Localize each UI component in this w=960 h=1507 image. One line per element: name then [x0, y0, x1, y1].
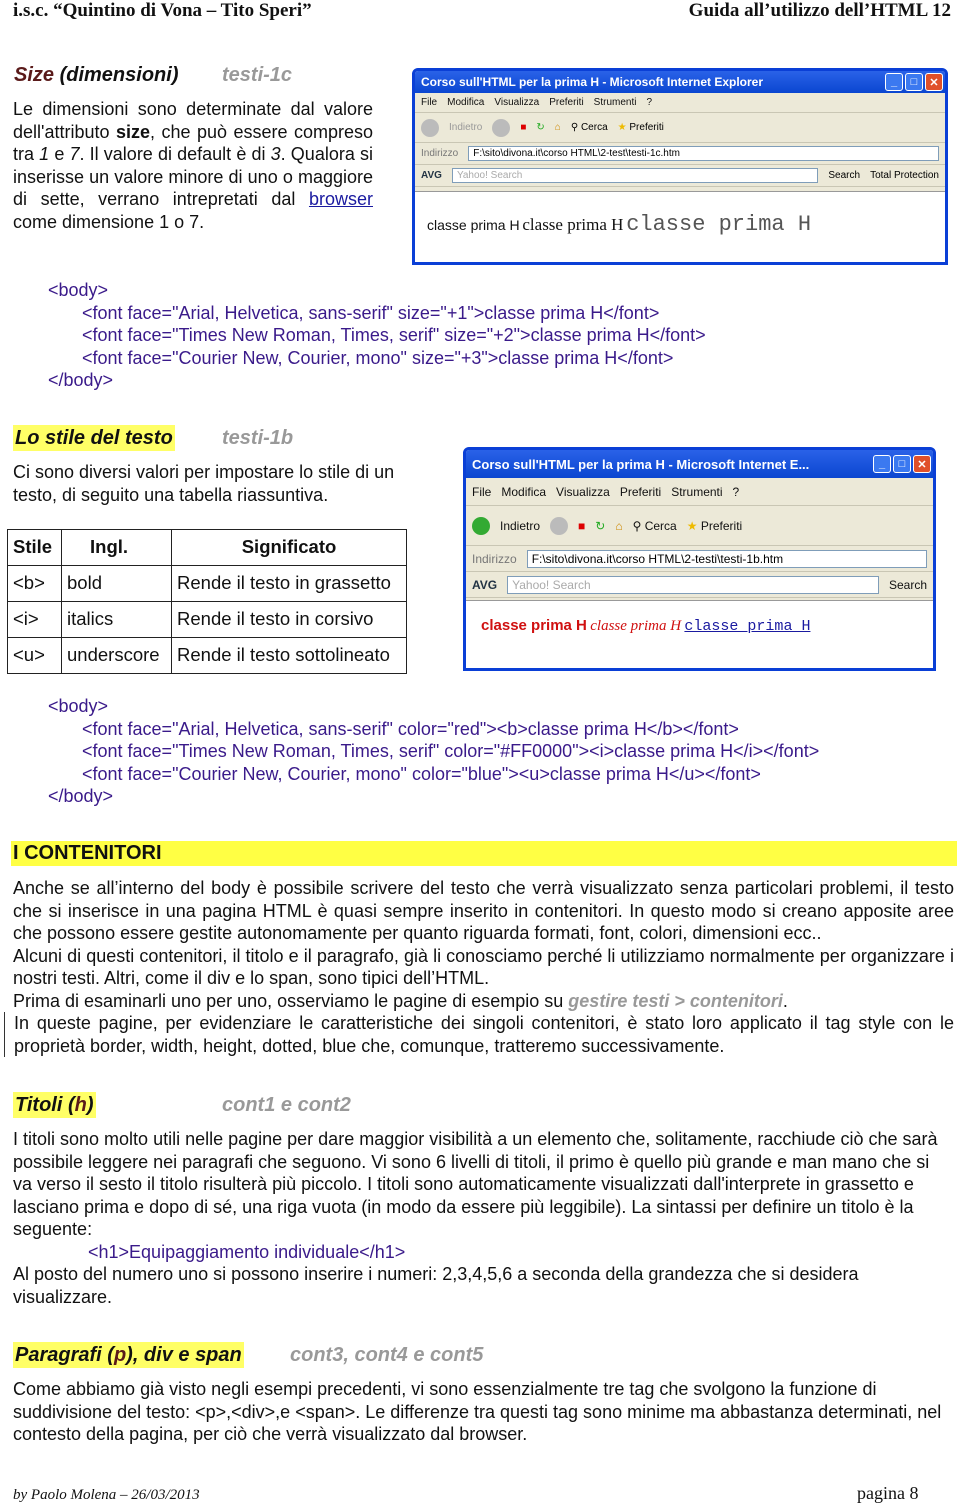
window-title: Corso sull'HTML per la prima H - Microso…	[421, 75, 764, 89]
forward-icon	[550, 516, 569, 535]
h1-code: <h1>Equipaggiamento individuale</h1>	[88, 1241, 406, 1262]
ref-cont3-5: cont3, cont4 e cont5	[290, 1344, 484, 1366]
contenitori-text: Anche se all’interno del body è possibil…	[4, 877, 954, 1057]
ie-screenshot-size: Corso sull'HTML per la prima H - Microso…	[412, 68, 948, 265]
toolbar: Indietro ■ ↻ ⌂ ⚲ Cerca ★ Preferiti	[415, 113, 945, 143]
search-icon: ⚲ Cerca	[632, 518, 677, 533]
toolbar: Indietro ■ ↻ ⌂ ⚲ Cerca ★ Preferiti	[466, 506, 933, 546]
window-title: Corso sull'HTML per la prima H - Microso…	[472, 456, 810, 472]
section-title-paragrafi: Paragrafi (p), div e span	[13, 1342, 244, 1368]
style-table: Stile Ingl. Significato <b> bold Rende il te…	[7, 529, 407, 674]
title-dimensioni: (dimensioni)	[54, 64, 179, 86]
stop-icon: ■	[520, 122, 527, 133]
maximize-icon: □	[905, 73, 923, 91]
section-title-titoli: Titoli (h)	[13, 1092, 96, 1118]
table-row: <u> underscore Rende il testo sottolineato	[7, 637, 407, 674]
favorites-icon: ★ Preferiti	[617, 122, 664, 133]
menu-bar: File Modifica Visualizza Preferiti Strumenti…	[415, 93, 945, 113]
header-guide: Guida all’utilizzo dell’HTML 12	[688, 0, 951, 21]
footer-page: pagina 8	[857, 1483, 919, 1503]
avg-toolbar: AVG Yahoo! Search Search Total Protection	[415, 165, 945, 187]
maximize-icon: □	[893, 455, 911, 473]
ref-contenitori: gestire testi > contenitori	[568, 990, 783, 1011]
table-row: <b> bold Rende il testo in grassetto	[7, 565, 407, 602]
size-paragraph: Le dimensioni sono determinate dal valor…	[13, 99, 373, 232]
back-icon	[421, 118, 439, 137]
ie-screenshot-stile: Corso sull'HTML per la prima H - Microso…	[463, 447, 936, 671]
titoli-text: I titoli sono molto utili nelle pagine p…	[13, 1128, 953, 1308]
favorites-icon: ★ Preferiti	[686, 518, 743, 533]
table-header-row: Stile Ingl. Significato	[7, 529, 407, 566]
refresh-icon: ↻	[536, 122, 545, 133]
header-school: i.s.c. “Quintino di Vona – Tito Speri”	[13, 0, 312, 21]
address-bar: Indirizzo F:\sito\divona.it\corso HTML\2-…	[415, 143, 945, 165]
close-icon: ✕	[925, 73, 943, 91]
ref-testi-1c: testi-1c	[222, 64, 293, 86]
address-field: F:\sito\divona.it\corso HTML\2-test\test…	[468, 146, 939, 161]
minimize-icon: _	[873, 455, 891, 473]
stop-icon: ■	[578, 518, 586, 533]
code-block-stile: <body> <font face="Arial, Helvetica, sans…	[48, 696, 820, 806]
home-icon: ⌂	[554, 122, 561, 133]
minimize-icon: _	[885, 73, 903, 91]
close-icon: ✕	[913, 455, 931, 473]
page-content: classe prima H classe prima H classe pri…	[415, 191, 945, 262]
title-size: Size	[14, 64, 55, 86]
browser-link[interactable]: browser	[309, 189, 373, 209]
ref-cont1-cont2: cont1 e cont2	[222, 1094, 351, 1116]
refresh-icon: ↻	[595, 518, 606, 533]
table-row: <i> italics Rende il testo in corsivo	[7, 601, 407, 638]
menu-bar: File Modifica Visualizza Preferiti Strumenti…	[466, 478, 933, 506]
back-icon	[472, 516, 490, 535]
search-icon: ⚲ Cerca	[570, 122, 608, 133]
address-bar: Indirizzo F:\sito\divona.it\corso HTML\2-…	[466, 546, 933, 572]
section-title-size: Size (dimensioni)	[14, 62, 178, 88]
avg-toolbar: AVG Yahoo! Search Search	[466, 572, 933, 598]
home-icon: ⌂	[615, 518, 623, 533]
ref-testi-1b: testi-1b	[222, 427, 294, 449]
code-block-size: <body> <font face="Arial, Helvetica, sans…	[48, 280, 706, 390]
section-title-stile: Lo stile del testo	[13, 425, 175, 451]
footer-author: by Paolo Molena – 26/03/2013	[13, 1487, 200, 1503]
page-content: classe prima H classe prima H classe pri…	[466, 600, 933, 668]
section-title-contenitori: I CONTENITORI	[11, 841, 957, 866]
forward-icon	[492, 118, 511, 137]
address-field: F:\sito\divona.it\corso HTML\2-testi\tes…	[526, 549, 927, 568]
paragrafi-text: Come abbiamo già visto negli esempi prec…	[13, 1379, 942, 1444]
stile-paragraph: Ci sono diversi valori per impostare lo …	[13, 462, 395, 505]
